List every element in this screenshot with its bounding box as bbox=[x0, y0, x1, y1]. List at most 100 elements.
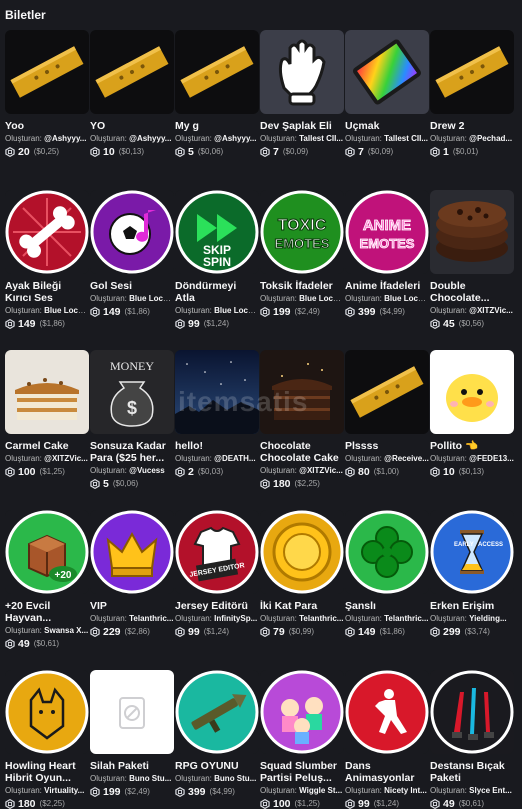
pet-crate-icon[interactable]: +20 bbox=[5, 510, 89, 594]
creator-name[interactable]: Blue Lock... bbox=[129, 294, 174, 303]
creator-name[interactable]: Wiggle St... bbox=[299, 786, 342, 795]
item-name[interactable]: Carmel Cake bbox=[5, 440, 89, 452]
item-name[interactable]: VIP bbox=[90, 600, 174, 612]
white-glove-icon[interactable] bbox=[260, 30, 344, 114]
item-creator[interactable]: Oluşturan: Blue Lock... bbox=[175, 305, 259, 317]
item-card[interactable]: Gol Sesi Oluşturan: Blue Lock... 149 ($1,… bbox=[90, 190, 174, 330]
gold-coin-icon[interactable] bbox=[260, 510, 344, 594]
item-card[interactable]: Uçmak Oluşturan: Tallest CII... 7 ($0,09) bbox=[345, 30, 429, 158]
item-card[interactable]: Squad Slumber Partisi Peluş... Oluşturan… bbox=[260, 670, 344, 809]
item-card[interactable]: YO Oluşturan: @Ashyyy... 10 ($0,13) bbox=[90, 30, 174, 158]
creator-name[interactable]: Nicety Int... bbox=[384, 786, 427, 795]
item-name[interactable]: Döndürmeyi Atla bbox=[175, 280, 259, 304]
item-name[interactable]: Şanslı bbox=[345, 600, 429, 612]
item-name[interactable]: Chocolate Chocolate Cake bbox=[260, 440, 344, 464]
creator-name[interactable]: @Pechad... bbox=[469, 134, 512, 143]
hourglass-icon[interactable]: EARLY ACCESS bbox=[430, 510, 514, 594]
item-creator[interactable]: Oluşturan: Buno Stu... bbox=[90, 773, 174, 785]
item-card[interactable]: Yoo Oluşturan: @Ashyyy... 20 ($0,25) bbox=[5, 30, 89, 158]
creator-name[interactable]: @FEDE13... bbox=[469, 454, 514, 463]
item-name[interactable]: Toksik İfadeler bbox=[260, 280, 344, 292]
item-card[interactable]: Plssss Oluşturan: @Receive... 80 ($1,00) bbox=[345, 350, 429, 490]
item-card[interactable]: Dans Animasyonlar Oluşturan: Nicety Int.… bbox=[345, 670, 429, 809]
golden-ticket-icon[interactable] bbox=[345, 350, 429, 434]
item-creator[interactable]: Oluşturan: Blue Lock... bbox=[345, 293, 429, 305]
item-name[interactable]: Squad Slumber Partisi Peluş... bbox=[260, 760, 344, 784]
item-card[interactable]: Howling Heart Hibrit Oyun... Oluşturan: … bbox=[5, 670, 89, 809]
item-name[interactable]: Uçmak bbox=[345, 120, 429, 132]
item-card[interactable]: Chocolate Chocolate Cake Oluşturan: @XIT… bbox=[260, 350, 344, 490]
item-creator[interactable]: Oluşturan: Telanthric... bbox=[345, 613, 429, 625]
night-sky-icon[interactable] bbox=[175, 350, 259, 434]
creator-name[interactable]: Buno Stu... bbox=[214, 774, 256, 783]
vip-crown-icon[interactable] bbox=[90, 510, 174, 594]
item-name[interactable]: Dans Animasyonlar bbox=[345, 760, 429, 784]
item-creator[interactable]: Oluşturan: Tallest CII... bbox=[345, 133, 429, 145]
creator-name[interactable]: Tallest CII... bbox=[299, 134, 343, 143]
item-name[interactable]: YO bbox=[90, 120, 174, 132]
item-creator[interactable]: Oluşturan: @Pechad... bbox=[430, 133, 514, 145]
creator-name[interactable]: Blue Lock... bbox=[214, 306, 259, 315]
item-creator[interactable]: Oluşturan: Swansa X... bbox=[5, 625, 89, 637]
item-creator[interactable]: Oluşturan: @Vucess bbox=[90, 465, 174, 477]
knives-icon[interactable] bbox=[430, 670, 514, 754]
item-card[interactable]: +20 +20 Evcil Hayvan... Oluşturan: Swans… bbox=[5, 510, 89, 650]
item-creator[interactable]: Oluşturan: Virtuality... bbox=[5, 785, 89, 797]
creator-name[interactable]: Yielding... bbox=[469, 614, 506, 623]
creator-name[interactable]: @XITZVic... bbox=[44, 454, 88, 463]
item-creator[interactable]: Oluşturan: Buno Stu... bbox=[175, 773, 259, 785]
item-creator[interactable]: Oluşturan: Yielding... bbox=[430, 613, 514, 625]
creator-name[interactable]: Blue Lock... bbox=[384, 294, 429, 303]
item-creator[interactable]: Oluşturan: @Ashyyy... bbox=[90, 133, 174, 145]
item-card[interactable]: Destansı Bıçak Paketi Oluşturan: Slyce E… bbox=[430, 670, 514, 809]
item-card[interactable]: Pollito 👈 Oluşturan: @FEDE13... 10 ($0,13… bbox=[430, 350, 514, 490]
creator-name[interactable]: @DEATH... bbox=[214, 454, 255, 463]
item-creator[interactable]: Oluşturan: Blue Lock... bbox=[90, 293, 174, 305]
creator-name[interactable]: @XITZVic... bbox=[469, 306, 513, 315]
item-card[interactable]: SKIP SPIN Döndürmeyi Atla Oluşturan: Blue… bbox=[175, 190, 259, 330]
chocolate-cake-icon[interactable] bbox=[260, 350, 344, 434]
item-card[interactable]: My g Oluşturan: @Ashyyy... 5 ($0,06) bbox=[175, 30, 259, 158]
placeholder-image-icon[interactable] bbox=[90, 670, 174, 754]
item-card[interactable]: hello! Oluşturan: @DEATH... 2 ($0,03) bbox=[175, 350, 259, 490]
cookie-icon[interactable] bbox=[430, 190, 514, 274]
item-creator[interactable]: Oluşturan: Tallest CII... bbox=[260, 133, 344, 145]
item-creator[interactable]: Oluşturan: @Ashyyy... bbox=[5, 133, 89, 145]
item-card[interactable]: Ayak Bileği Kırıcı Ses Oluşturan: Blue L… bbox=[5, 190, 89, 330]
creator-name[interactable]: @XITZVic... bbox=[299, 466, 343, 475]
creator-name[interactable]: Blue Lock... bbox=[44, 306, 89, 315]
golden-ticket-icon[interactable] bbox=[430, 30, 514, 114]
item-name[interactable]: Drew 2 bbox=[430, 120, 514, 132]
item-name[interactable]: RPG OYUNU bbox=[175, 760, 259, 772]
item-card[interactable]: JERSEY EDITOR Jersey Editörü Oluşturan: … bbox=[175, 510, 259, 650]
skip-spin-icon[interactable]: SKIP SPIN bbox=[175, 190, 259, 274]
item-name[interactable]: Yoo bbox=[5, 120, 89, 132]
jersey-editor-icon[interactable]: JERSEY EDITOR bbox=[175, 510, 259, 594]
money-bag-icon[interactable]: MONEY $ bbox=[90, 350, 174, 434]
wolf-icon[interactable] bbox=[5, 670, 89, 754]
duck-icon[interactable] bbox=[430, 350, 514, 434]
item-creator[interactable]: Oluşturan: Nicety Int... bbox=[345, 785, 429, 797]
item-creator[interactable]: Oluşturan: @FEDE13... bbox=[430, 453, 514, 465]
item-name[interactable]: Silah Paketi bbox=[90, 760, 174, 772]
creator-name[interactable]: InfinitySp... bbox=[214, 614, 257, 623]
item-card[interactable]: MONEY $ Sonsuza Kadar Para ($25 her... Ol… bbox=[90, 350, 174, 490]
item-name[interactable]: Double Chocolate... bbox=[430, 280, 514, 304]
creator-name[interactable]: Telanthric... bbox=[384, 614, 428, 623]
creator-name[interactable]: Blue Lock... bbox=[299, 294, 344, 303]
toxic-emotes-icon[interactable]: TOXIC EMOTES bbox=[260, 190, 344, 274]
creator-name[interactable]: Tallest CII... bbox=[384, 134, 428, 143]
item-name[interactable]: Plssss bbox=[345, 440, 429, 452]
item-card[interactable]: VIP Oluşturan: Telanthric... 229 ($2,86) bbox=[90, 510, 174, 650]
item-card[interactable]: Şanslı Oluşturan: Telanthric... 149 ($1,8… bbox=[345, 510, 429, 650]
creator-name[interactable]: @Ashyyy... bbox=[44, 134, 86, 143]
item-creator[interactable]: Oluşturan: @XITZVic... bbox=[5, 453, 89, 465]
creator-name[interactable]: Telanthric... bbox=[299, 614, 343, 623]
rpg-launcher-icon[interactable] bbox=[175, 670, 259, 754]
item-card[interactable]: Carmel Cake Oluşturan: @XITZVic... 100 ($… bbox=[5, 350, 89, 490]
golden-ticket-icon[interactable] bbox=[175, 30, 259, 114]
creator-name[interactable]: @Receive... bbox=[384, 454, 429, 463]
item-name[interactable]: İki Kat Para bbox=[260, 600, 344, 612]
item-creator[interactable]: Oluşturan: @XITZVic... bbox=[430, 305, 514, 317]
item-card[interactable]: Dev Şaplak Eli Oluşturan: Tallest CII...… bbox=[260, 30, 344, 158]
